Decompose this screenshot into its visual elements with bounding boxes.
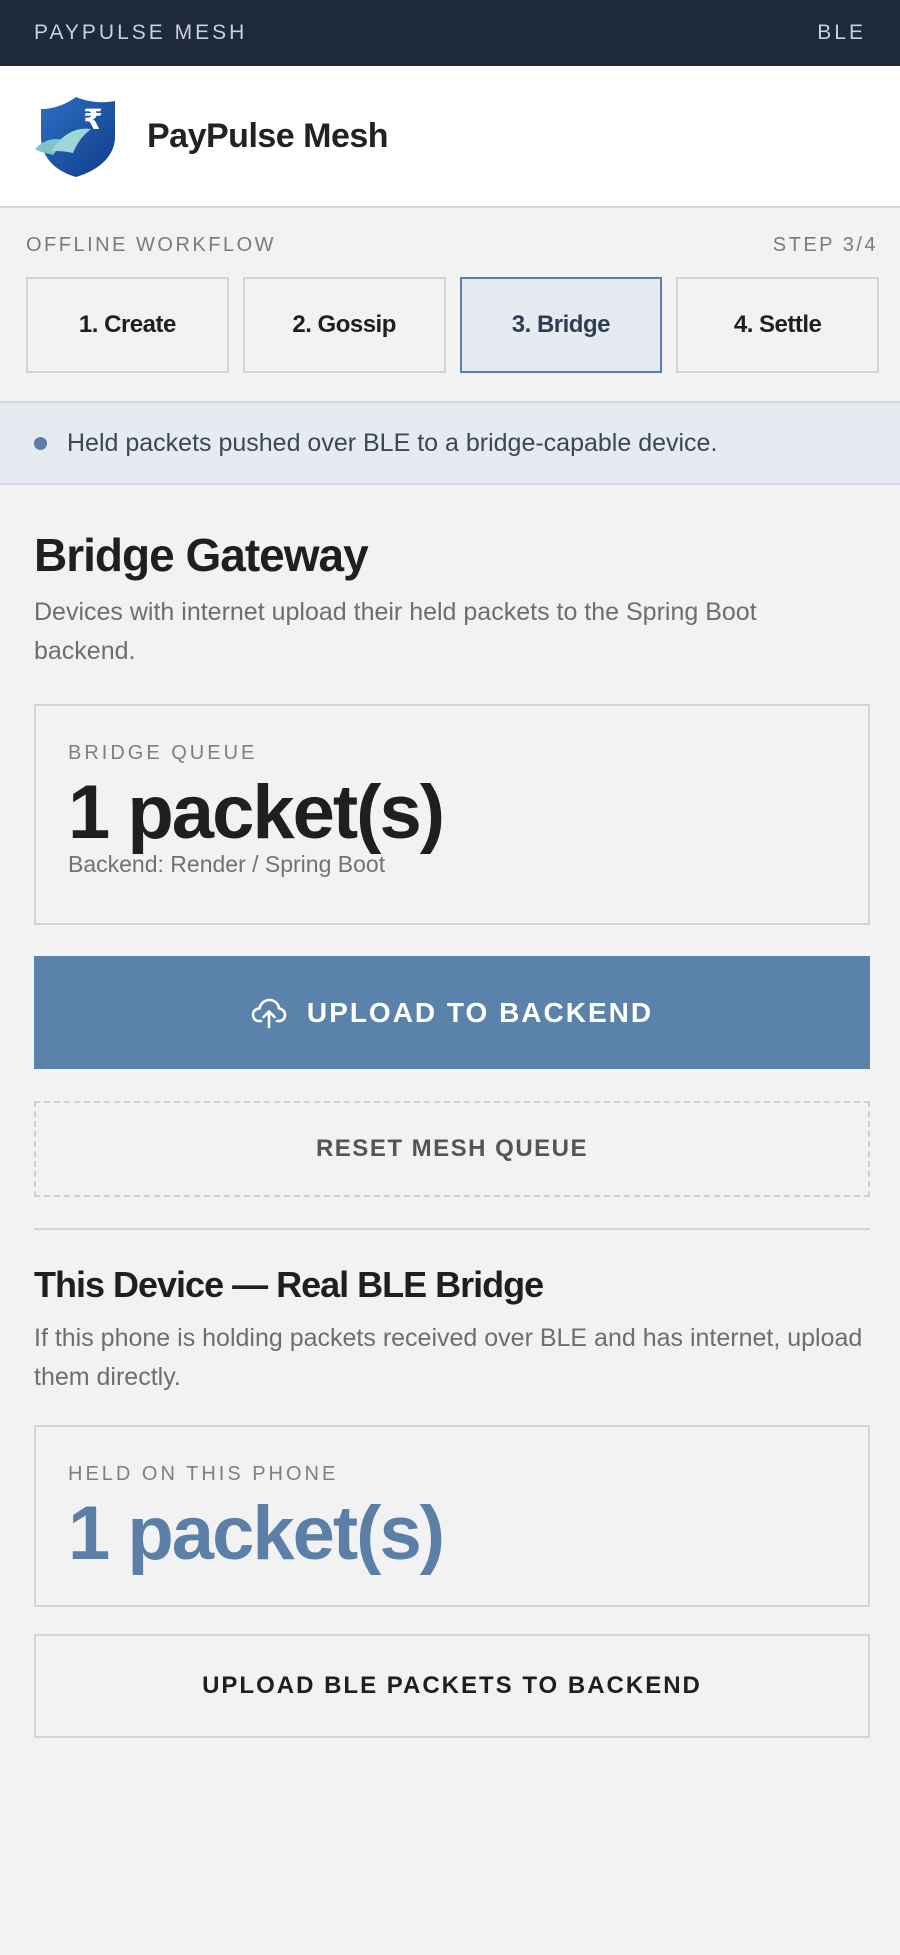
this-device-title: This Device — Real BLE Bridge bbox=[34, 1264, 544, 1305]
bridge-gateway-title: Bridge Gateway bbox=[34, 529, 369, 581]
app-header: ₹ PayPulse Mesh bbox=[0, 66, 900, 208]
cloud-upload-icon bbox=[251, 998, 287, 1028]
status-bar-app-name: PAYPULSE MESH bbox=[34, 21, 248, 44]
bridge-queue-label: BRIDGE QUEUE bbox=[68, 742, 258, 764]
held-packets-label: HELD ON THIS PHONE bbox=[68, 1463, 339, 1485]
status-bar-ble-indicator: BLE bbox=[817, 21, 866, 44]
backend-info: Backend: Render / Spring Boot bbox=[68, 851, 386, 877]
app-title: PayPulse Mesh bbox=[147, 116, 389, 155]
status-dot-icon bbox=[34, 436, 47, 450]
step-indicator: STEP 3/4 bbox=[772, 234, 878, 256]
info-banner-text: Held packets pushed over BLE to a bridge… bbox=[67, 428, 718, 457]
upload-to-backend-label: UPLOAD TO BACKEND bbox=[306, 996, 654, 1028]
section-divider bbox=[34, 1228, 870, 1230]
step-tab-bridge[interactable]: 3. Bridge bbox=[459, 277, 663, 373]
reset-mesh-queue-button[interactable]: RESET MESH QUEUE bbox=[34, 1101, 870, 1197]
step-tab-gossip[interactable]: 2. Gossip bbox=[242, 277, 446, 373]
upload-ble-packets-button[interactable]: UPLOAD BLE PACKETS TO BACKEND bbox=[34, 1634, 870, 1738]
held-packets-card: HELD ON THIS PHONE 1 packet(s) bbox=[34, 1425, 870, 1607]
this-device-description: If this phone is holding packets receive… bbox=[34, 1324, 863, 1391]
svg-text:₹: ₹ bbox=[83, 103, 102, 136]
workflow-label: OFFLINE WORKFLOW bbox=[26, 234, 276, 256]
bridge-queue-value: 1 packet(s) bbox=[68, 770, 445, 855]
step-tabs: 1. Create 2. Gossip 3. Bridge 4. Settle bbox=[26, 277, 879, 373]
step-tab-settle[interactable]: 4. Settle bbox=[676, 277, 879, 373]
bridge-gateway-description: Devices with internet upload their held … bbox=[34, 598, 757, 665]
info-banner: Held packets pushed over BLE to a bridge… bbox=[0, 401, 900, 485]
status-bar: PAYPULSE MESH BLE bbox=[0, 0, 900, 66]
held-packets-value: 1 packet(s) bbox=[68, 1491, 445, 1576]
step-tab-create[interactable]: 1. Create bbox=[26, 277, 229, 373]
workflow-meta: OFFLINE WORKFLOW STEP 3/4 bbox=[26, 234, 878, 257]
shield-rupee-icon: ₹ bbox=[35, 97, 115, 177]
upload-to-backend-button[interactable]: UPLOAD TO BACKEND bbox=[34, 956, 870, 1069]
bridge-queue-card: BRIDGE QUEUE 1 packet(s) Backend: Render… bbox=[34, 704, 870, 925]
